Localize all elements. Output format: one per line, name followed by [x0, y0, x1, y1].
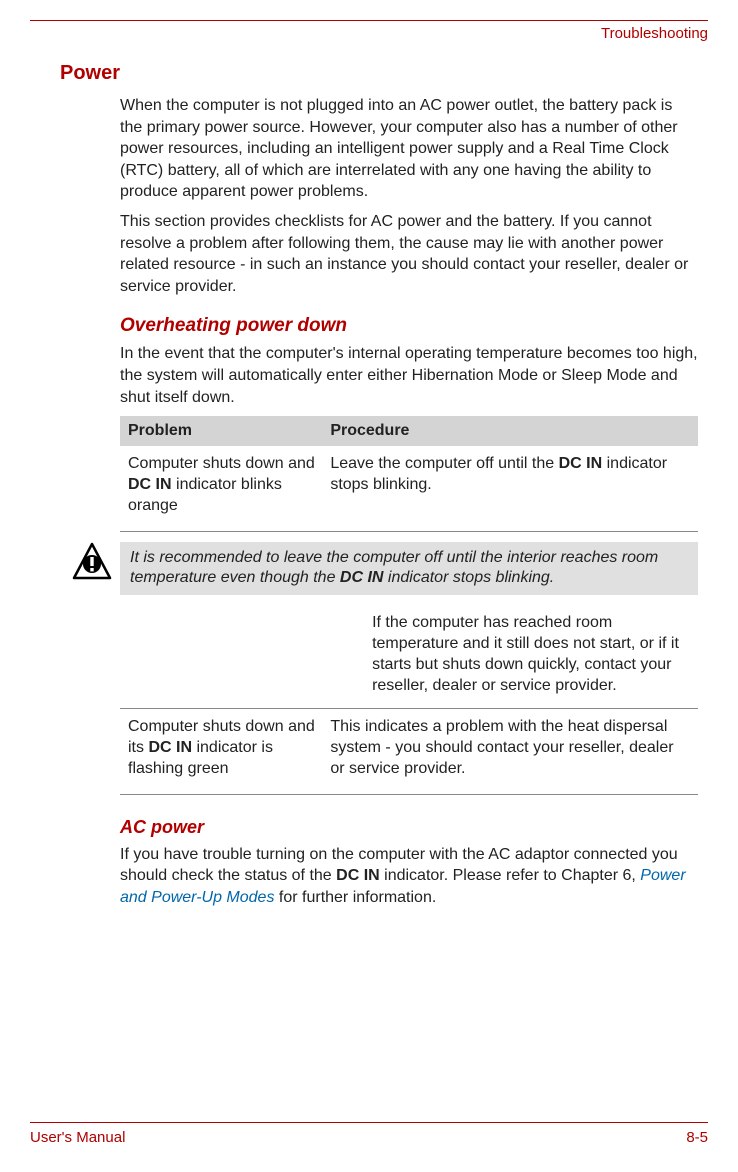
table-cell-procedure: This indicates a problem with the heat d…: [330, 717, 690, 779]
table-header-problem: Problem: [128, 422, 330, 440]
table-row: Computer shuts down and DC IN indicator …: [120, 446, 698, 526]
problem-table-cont: Computer shuts down and its DC IN indica…: [120, 708, 698, 794]
text: Leave the computer off until the: [330, 455, 558, 472]
table-row: Computer shuts down and its DC IN indica…: [120, 709, 698, 789]
heading-ac-power: AC power: [120, 817, 708, 838]
overheating-intro-text: In the event that the computer's interna…: [120, 343, 698, 408]
text: for further information.: [274, 889, 436, 906]
heading-overheating: Overheating power down: [120, 315, 708, 337]
table-header-row: Problem Procedure: [120, 416, 698, 446]
dc-in-label: DC IN: [128, 476, 172, 493]
table-cell-problem: Computer shuts down and DC IN indicator …: [128, 454, 330, 516]
top-rule: [30, 20, 708, 21]
ac-power-body: If you have trouble turning on the compu…: [120, 844, 698, 909]
dc-in-label: DC IN: [148, 739, 192, 756]
overheating-intro: In the event that the computer's interna…: [120, 343, 698, 408]
text: indicator. Please refer to Chapter 6,: [380, 867, 641, 884]
footer-page-number: 8-5: [686, 1129, 708, 1146]
power-body: When the computer is not plugged into an…: [120, 95, 698, 297]
table-header-procedure: Procedure: [330, 422, 690, 440]
caution-icon: [72, 542, 112, 587]
footer-manual-label: User's Manual: [30, 1129, 125, 1146]
table-cell-procedure: Leave the computer off until the DC IN i…: [330, 454, 690, 516]
power-p2: This section provides checklists for AC …: [120, 211, 698, 297]
text: indicator stops blinking.: [383, 569, 554, 586]
power-p1: When the computer is not plugged into an…: [120, 95, 698, 203]
caution-note: It is recommended to leave the computer …: [72, 542, 708, 596]
header-breadcrumb: Troubleshooting: [30, 25, 708, 42]
dc-in-label: DC IN: [559, 455, 603, 472]
heading-power: Power: [60, 62, 708, 85]
caution-text: It is recommended to leave the computer …: [120, 542, 698, 596]
page: Troubleshooting Power When the computer …: [0, 0, 738, 1172]
problem-table: Problem Procedure Computer shuts down an…: [120, 416, 698, 531]
ac-power-text: If you have trouble turning on the compu…: [120, 844, 698, 909]
row-divider: [120, 794, 698, 795]
table-cell-procedure-continued: If the computer has reached room tempera…: [364, 605, 698, 704]
dc-in-label: DC IN: [336, 867, 380, 884]
dc-in-label: DC IN: [340, 569, 384, 586]
footer-rule: [30, 1122, 708, 1123]
table-cell-problem: Computer shuts down and its DC IN indica…: [128, 717, 330, 779]
page-footer: User's Manual 8-5: [30, 1122, 708, 1146]
row-divider: [120, 531, 698, 532]
text: Computer shuts down and: [128, 455, 315, 472]
